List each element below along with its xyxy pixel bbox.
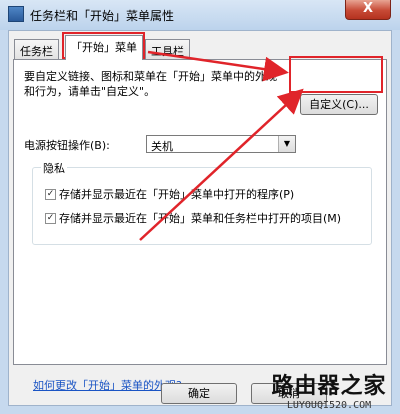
properties-dialog: 任务栏和「开始」菜单属性 X 任务栏 「开始」菜单 工具栏 要自定义链接、图标和… — [0, 0, 400, 414]
watermark-url: LUYOUQI520.COM — [286, 400, 372, 411]
arrow-pointer — [139, 88, 304, 241]
watermark: 路由器之家 LUYOUQI520.COM — [260, 368, 398, 412]
tab-label: 「开始」菜单 — [71, 41, 137, 54]
arrow-to-customize — [147, 50, 289, 82]
annotation-arrows — [139, 50, 304, 241]
watermark-logo: 路由器之家 — [271, 374, 387, 399]
tab-start-menu[interactable]: 「开始」菜单 — [65, 35, 143, 60]
